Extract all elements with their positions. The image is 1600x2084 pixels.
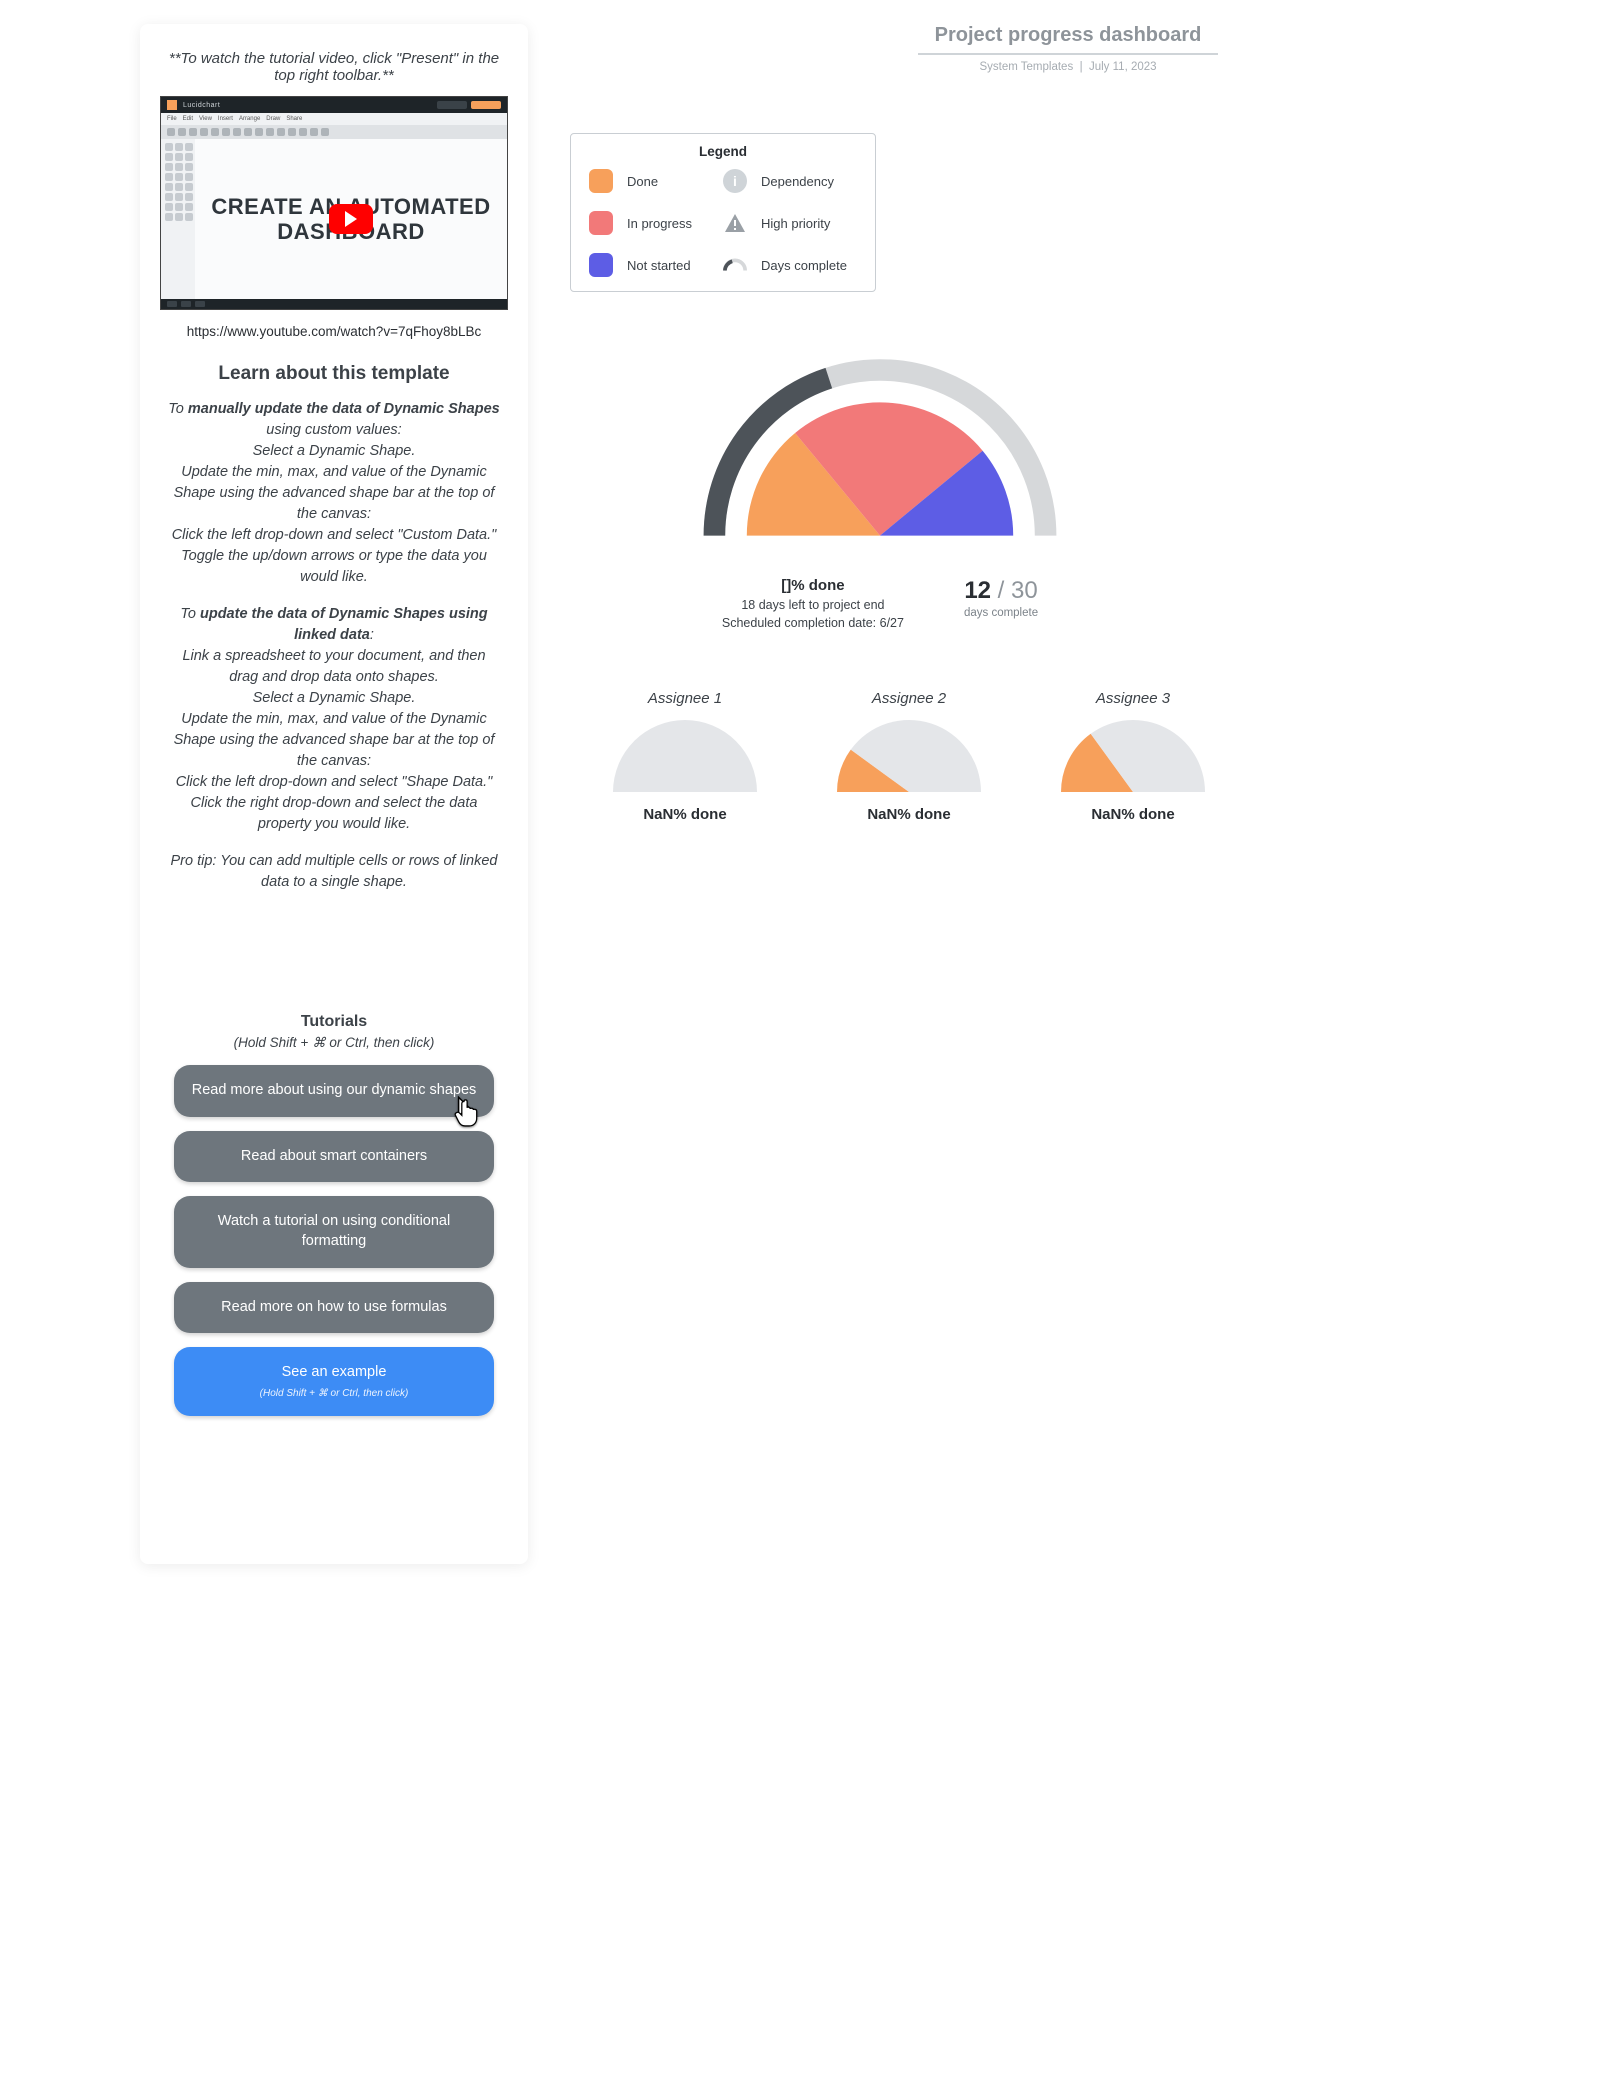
instructions-manual: To manually update the data of Dynamic S… [166, 399, 502, 588]
video-menubar: File Edit View Insert Arrange Draw Share [161, 113, 507, 125]
see-example-button[interactable]: See an example (Hold Shift + ⌘ or Ctrl, … [174, 1347, 494, 1416]
assignee-name: Assignee 2 [824, 690, 994, 707]
gauge-chart [700, 352, 1060, 550]
swatch-done-icon [589, 169, 613, 193]
assignee-3: Assignee 3 NaN% done [1048, 690, 1218, 823]
tutorials-heading: Tutorials [160, 1013, 508, 1031]
completion-date-label: Scheduled completion date: 6/27 [722, 616, 904, 630]
assignee-gauge [610, 717, 760, 795]
instructions-linked: To update the data of Dynamic Shapes usi… [166, 604, 502, 835]
dashboard-area: Project progress dashboard System Templa… [552, 24, 1600, 1564]
swatch-inprogress-icon [589, 211, 613, 235]
video-shape-palette [161, 139, 195, 299]
percent-done-label: []% done [722, 577, 904, 594]
instructions-protip: Pro tip: You can add multiple cells or r… [166, 851, 502, 893]
assignee-2: Assignee 2 NaN% done [824, 690, 994, 823]
assignee-row: Assignee 1 NaN% done Assignee 2 NaN% don… [600, 690, 1576, 823]
legend-high-priority: High priority [723, 211, 857, 235]
legend-title: Legend [589, 144, 857, 159]
info-panel: **To watch the tutorial video, click "Pr… [140, 24, 528, 1564]
swatch-notstarted-icon [589, 253, 613, 277]
legend-not-started: Not started [589, 253, 723, 277]
assignee-stat: NaN% done [600, 806, 770, 823]
days-left-label: 18 days left to project end [722, 598, 904, 612]
days-complete-label: days complete [964, 607, 1038, 619]
tutorial-formulas-button[interactable]: Read more on how to use formulas [174, 1282, 494, 1334]
video-toolbar [161, 125, 507, 139]
assignee-gauge [834, 717, 984, 795]
tutorial-smart-containers-button[interactable]: Read about smart containers [174, 1131, 494, 1183]
page-title: Project progress dashboard [918, 24, 1218, 55]
legend-done: Done [589, 169, 723, 193]
assignee-1: Assignee 1 NaN% done [600, 690, 770, 823]
video-url[interactable]: https://www.youtube.com/watch?v=7qFhoy8b… [160, 324, 508, 339]
tutorial-conditional-formatting-button[interactable]: Watch a tutorial on using conditional fo… [174, 1196, 494, 1267]
page-meta: System Templates | July 11, 2023 [560, 61, 1576, 73]
play-icon[interactable] [329, 204, 373, 234]
assignee-gauge [1058, 717, 1208, 795]
project-gauge: []% done 18 days left to project end Sch… [700, 352, 1060, 630]
legend-in-progress: In progress [589, 211, 723, 235]
tutorials-subtext: (Hold Shift + ⌘ or Ctrl, then click) [160, 1035, 508, 1051]
learn-heading: Learn about this template [160, 363, 508, 385]
assignee-stat: NaN% done [824, 806, 994, 823]
video-titlebar: Lucidchart [161, 97, 507, 113]
assignee-name: Assignee 3 [1048, 690, 1218, 707]
video-footer [161, 299, 507, 309]
legend-dependency: i Dependency [723, 169, 857, 193]
warning-icon [723, 211, 747, 235]
gauge-icon [723, 253, 747, 277]
info-icon: i [723, 169, 747, 193]
legend-days-complete: Days complete [723, 253, 857, 277]
assignee-name: Assignee 1 [600, 690, 770, 707]
tutorial-dynamic-shapes-button[interactable]: Read more about using our dynamic shapes [174, 1065, 494, 1117]
days-complete-value: 12 / 30 [964, 577, 1038, 605]
present-note: **To watch the tutorial video, click "Pr… [168, 50, 500, 84]
legend-box: Legend Done In progress Not started [570, 133, 876, 292]
assignee-stat: NaN% done [1048, 806, 1218, 823]
tutorial-video-thumb[interactable]: Lucidchart File Edit View Insert Arrange… [160, 96, 508, 310]
pointer-cursor-icon [448, 1093, 482, 1132]
